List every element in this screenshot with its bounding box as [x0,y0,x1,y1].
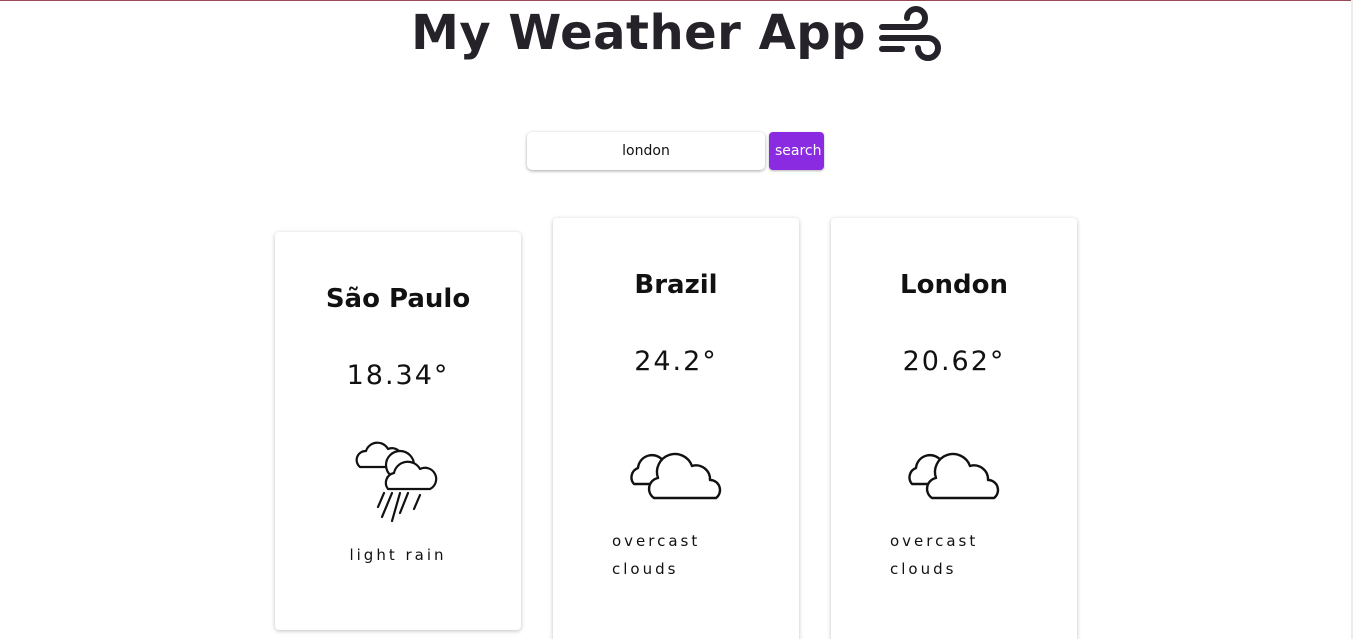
search-button[interactable]: search [769,132,824,170]
search-input[interactable] [527,132,765,170]
search-bar: search [527,132,824,170]
temperature: 18.34° [346,360,450,391]
header: My Weather App [0,2,1353,64]
weather-description: overcast clouds [612,532,701,578]
weather-card: Brazil 24.2° overcast clouds [553,218,799,639]
page-title: My Weather App [411,5,866,61]
top-border [0,0,1353,1]
clouds-icon [908,452,1000,500]
temperature: 24.2° [634,346,718,377]
clouds-icon [630,452,722,500]
weather-card: São Paulo 18.34° light rain [275,232,521,630]
cloud-sun-rain-icon [355,441,438,523]
weather-card: London 20.62° overcast clouds [831,218,1077,639]
weather-description: overcast clouds [890,532,979,578]
city-name: London [900,270,1008,300]
city-name: Brazil [634,270,718,300]
temperature: 20.62° [902,346,1006,377]
weather-description: light rain [349,546,447,564]
city-name: São Paulo [325,284,471,314]
wind-icon [878,6,941,61]
weather-app-page: My Weather App search São Paulo 18.34° [0,0,1353,639]
